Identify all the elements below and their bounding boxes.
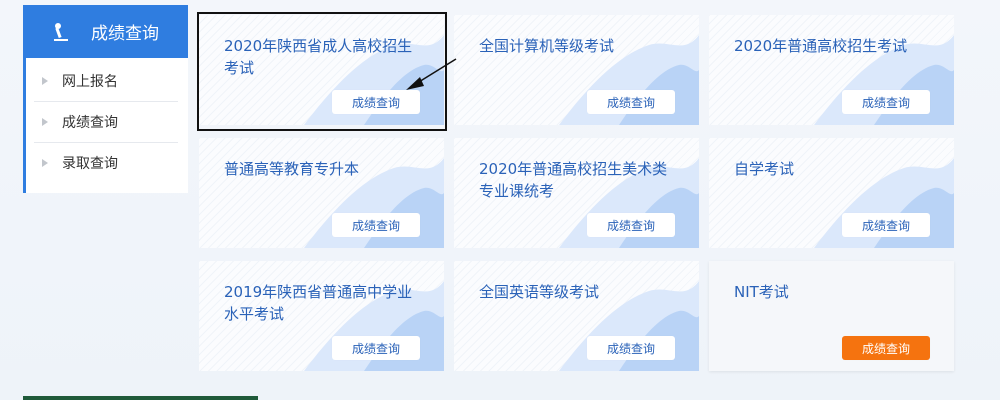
pen-icon — [51, 21, 71, 43]
exam-card[interactable]: 普通高等教育专升本 成绩查询 — [199, 138, 444, 248]
exam-card[interactable]: 全国英语等级考试 成绩查询 — [454, 261, 699, 371]
card-title: 全国计算机等级考试 — [479, 37, 615, 55]
sidebar-item-admission-query[interactable]: 录取查询 — [34, 143, 178, 183]
exam-card[interactable]: 2020年普通高校招生考试 成绩查询 — [709, 15, 954, 125]
card-title: NIT考试 — [734, 283, 789, 301]
card-title: 自学考试 — [734, 160, 795, 178]
score-query-button[interactable]: 成绩查询 — [587, 336, 675, 360]
sidebar-item-registration[interactable]: 网上报名 — [34, 61, 178, 102]
sidebar-item-label: 成绩查询 — [62, 115, 118, 131]
card-title: 普通高等教育专升本 — [224, 160, 360, 178]
score-query-button[interactable]: 成绩查询 — [332, 336, 420, 360]
sidebar-item-score-query[interactable]: 成绩查询 — [34, 102, 178, 143]
score-query-button[interactable]: 成绩查询 — [332, 213, 420, 237]
annotation-arrow-icon — [406, 58, 457, 90]
card-title: 2019年陕西省普通高中学业水平考试 — [224, 283, 413, 323]
sidebar-item-label: 录取查询 — [62, 156, 118, 172]
exam-card[interactable]: 自学考试 成绩查询 — [709, 138, 954, 248]
sidebar: 成绩查询 网上报名 成绩查询 录取查询 — [23, 5, 188, 193]
card-title: 全国英语等级考试 — [479, 283, 600, 301]
exam-card[interactable]: 全国计算机等级考试 成绩查询 — [454, 15, 699, 125]
sidebar-header: 成绩查询 — [23, 5, 188, 58]
footer-banner — [23, 396, 258, 400]
triangle-right-icon — [42, 118, 48, 126]
sidebar-item-label: 网上报名 — [62, 74, 118, 90]
score-query-button[interactable]: 成绩查询 — [587, 90, 675, 114]
exam-card[interactable]: 2019年陕西省普通高中学业水平考试 成绩查询 — [199, 261, 444, 371]
score-query-button[interactable]: 成绩查询 — [842, 90, 930, 114]
triangle-right-icon — [42, 159, 48, 167]
sidebar-body: 网上报名 成绩查询 录取查询 — [23, 58, 188, 193]
score-query-button[interactable]: 成绩查询 — [587, 213, 675, 237]
card-title: 2020年陕西省成人高校招生考试 — [224, 37, 413, 77]
exam-card-active[interactable]: NIT考试 成绩查询 — [709, 261, 954, 371]
triangle-right-icon — [42, 77, 48, 85]
card-title: 2020年普通高校招生美术类专业课统考 — [479, 160, 668, 200]
exam-card[interactable]: 2020年普通高校招生美术类专业课统考 成绩查询 — [454, 138, 699, 248]
score-query-button-active[interactable]: 成绩查询 — [842, 336, 930, 360]
card-title: 2020年普通高校招生考试 — [734, 37, 908, 55]
sidebar-title: 成绩查询 — [91, 24, 159, 44]
score-query-button[interactable]: 成绩查询 — [842, 213, 930, 237]
